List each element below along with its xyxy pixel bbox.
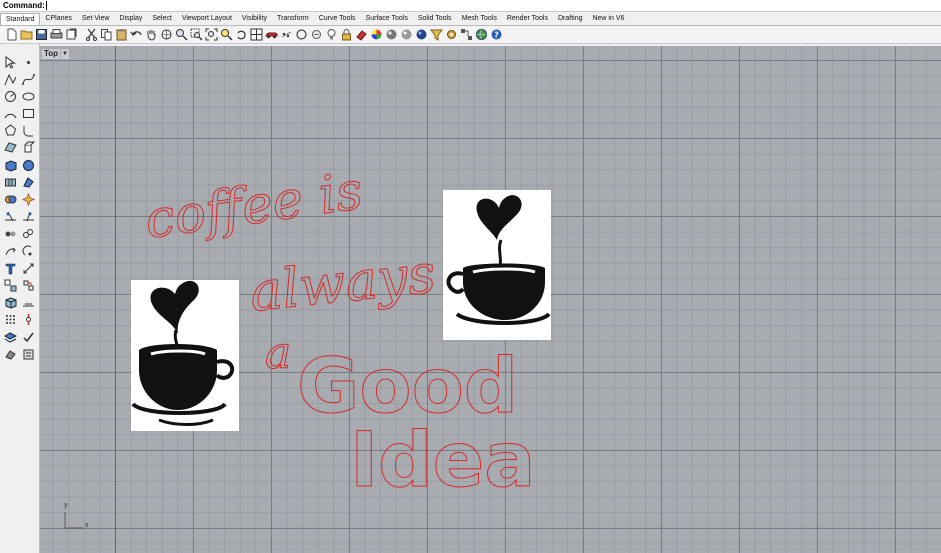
polygon-icon[interactable]	[2, 123, 18, 139]
print-icon[interactable]	[49, 28, 63, 42]
select-arrow-icon[interactable]	[2, 54, 18, 70]
tab-display[interactable]: Display	[114, 13, 147, 25]
polyline-icon[interactable]	[2, 71, 18, 87]
text-idea[interactable]: Idea	[350, 415, 537, 505]
rotate-view-icon[interactable]	[159, 28, 173, 42]
svg-text:?: ?	[494, 30, 499, 39]
check-icon[interactable]	[20, 329, 36, 345]
lock-icon[interactable]	[339, 28, 353, 42]
point-icon[interactable]	[20, 54, 36, 70]
tab-viewport-layout[interactable]: Viewport Layout	[177, 13, 237, 25]
globe-icon[interactable]	[474, 28, 488, 42]
extrude-icon[interactable]	[20, 140, 36, 156]
help-icon[interactable]: ?	[489, 28, 503, 42]
text-icon[interactable]	[2, 260, 18, 276]
world-axes-icon: y x	[60, 502, 90, 534]
command-line[interactable]: Command:	[0, 0, 941, 12]
toolbar-tabs: Standard CPlanes Set View Display Select…	[0, 12, 941, 26]
rotate-icon[interactable]	[20, 243, 36, 259]
copy-icon[interactable]	[99, 28, 113, 42]
paste-icon[interactable]	[114, 28, 128, 42]
surface-icon[interactable]	[2, 140, 18, 156]
arc-icon[interactable]	[2, 106, 18, 122]
group-icon[interactable]	[2, 226, 18, 242]
analyze-icon[interactable]	[20, 312, 36, 328]
trim-icon[interactable]	[2, 209, 18, 225]
material-icon[interactable]	[354, 28, 368, 42]
grasshopper-icon[interactable]	[459, 28, 473, 42]
rectangle-icon[interactable]	[20, 106, 36, 122]
points-icon[interactable]	[279, 28, 293, 42]
tab-solid-tools[interactable]: Solid Tools	[413, 13, 457, 25]
move-icon[interactable]	[2, 243, 18, 259]
top-viewport[interactable]: Top ▼ coffee is always a Good Idea y x	[40, 46, 941, 553]
text-coffee-is[interactable]: coffee is	[141, 161, 367, 252]
filter-icon[interactable]	[429, 28, 443, 42]
main-toolbar-sidebar	[0, 44, 40, 553]
mesh-icon[interactable]	[2, 174, 18, 190]
layout-icon[interactable]	[20, 295, 36, 311]
tab-render-tools[interactable]: Render Tools	[502, 13, 553, 25]
undo-icon[interactable]	[129, 28, 143, 42]
properties-icon[interactable]	[20, 346, 36, 362]
import-icon[interactable]	[64, 28, 78, 42]
render-sphere-icon[interactable]	[384, 28, 398, 42]
tab-standard[interactable]: Standard	[0, 13, 41, 25]
options-gear-icon[interactable]	[444, 28, 458, 42]
color-wheel-icon[interactable]	[369, 28, 383, 42]
light-bulb-icon[interactable]	[324, 28, 338, 42]
render-tool-icon[interactable]	[2, 346, 18, 362]
new-file-icon[interactable]	[4, 28, 18, 42]
tab-cplanes[interactable]: CPlanes	[40, 13, 76, 25]
circle-icon[interactable]	[294, 28, 308, 42]
split-icon[interactable]	[20, 209, 36, 225]
block-icon[interactable]	[20, 226, 36, 242]
circle-tool-icon[interactable]	[2, 88, 18, 104]
fillet-icon[interactable]	[20, 123, 36, 139]
tab-surface-tools[interactable]: Surface Tools	[361, 13, 413, 25]
axis-y-label: y	[64, 502, 68, 509]
text-a[interactable]: a	[265, 328, 292, 380]
explode-icon[interactable]	[20, 192, 36, 208]
four-viewports-icon[interactable]	[249, 28, 263, 42]
car-icon[interactable]	[264, 28, 278, 42]
zoom-extents-icon[interactable]	[204, 28, 218, 42]
cube-outline-icon[interactable]	[2, 295, 18, 311]
ellipse-icon[interactable]	[20, 88, 36, 104]
transform-icon[interactable]	[20, 277, 36, 293]
tab-select[interactable]: Select	[147, 13, 176, 25]
array-icon[interactable]	[2, 277, 18, 293]
save-icon[interactable]	[34, 28, 48, 42]
zoom-window-icon[interactable]	[189, 28, 203, 42]
text-always[interactable]: always	[246, 241, 439, 324]
solid-edit-icon[interactable]	[20, 174, 36, 190]
layer-icon[interactable]	[2, 329, 18, 345]
open-folder-icon[interactable]	[19, 28, 33, 42]
grid-points-icon[interactable]	[2, 312, 18, 328]
undo-view-icon[interactable]	[234, 28, 248, 42]
cut-icon[interactable]	[84, 28, 98, 42]
tab-mesh-tools[interactable]: Mesh Tools	[457, 13, 502, 25]
standard-toolbar: ?	[0, 26, 941, 44]
tab-new-in-v6[interactable]: New in V6	[587, 13, 629, 25]
tab-transform[interactable]: Transform	[272, 13, 314, 25]
box-icon[interactable]	[2, 157, 18, 173]
sphere-icon[interactable]	[20, 157, 36, 173]
axis-x-label: x	[85, 522, 89, 529]
zoom-icon[interactable]	[174, 28, 188, 42]
zoom-selected-icon[interactable]	[219, 28, 233, 42]
curve-icon[interactable]	[20, 71, 36, 87]
shaded-sphere-icon[interactable]	[399, 28, 413, 42]
tab-drafting[interactable]: Drafting	[553, 13, 588, 25]
dimension-icon[interactable]	[20, 260, 36, 276]
boolean-icon[interactable]	[2, 192, 18, 208]
tab-curve-tools[interactable]: Curve Tools	[314, 13, 361, 25]
outlined-text-curves: coffee is always a Good Idea	[141, 161, 537, 505]
tab-set-view[interactable]: Set View	[77, 13, 115, 25]
pan-hand-icon[interactable]	[144, 28, 158, 42]
scan-icon[interactable]	[309, 28, 323, 42]
tab-visibility[interactable]: Visibility	[237, 13, 272, 25]
command-label: Command:	[3, 1, 45, 10]
rendered-sphere-icon[interactable]	[414, 28, 428, 42]
